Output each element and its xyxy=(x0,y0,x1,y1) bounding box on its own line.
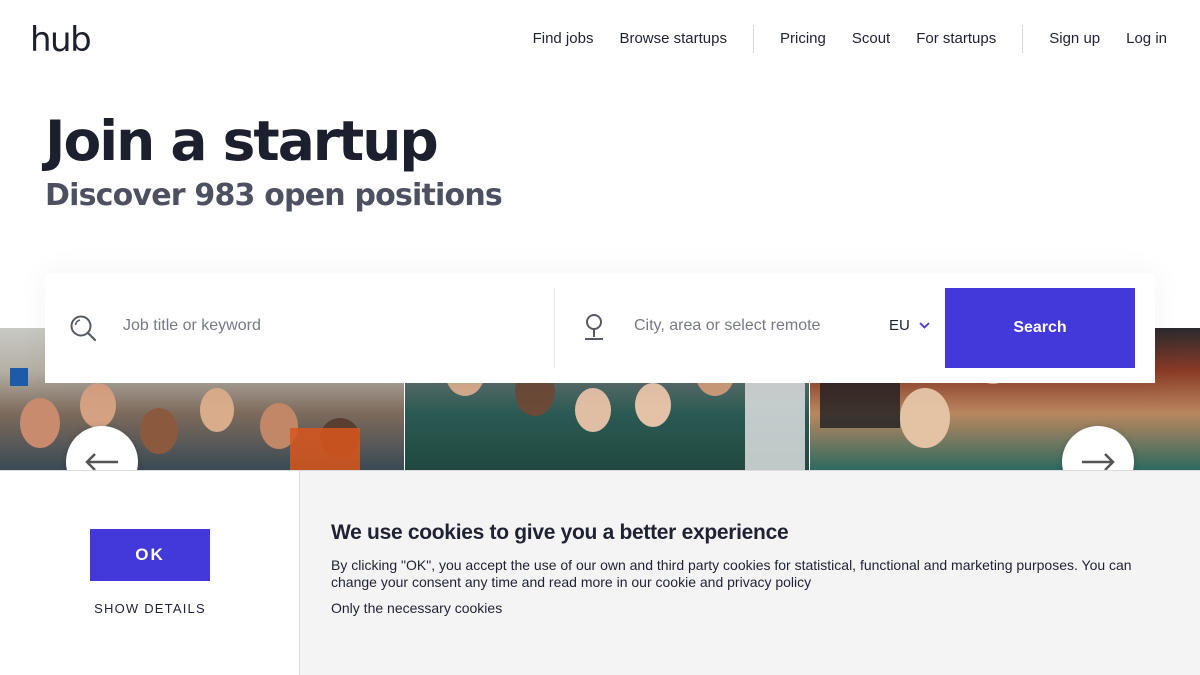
region-value: EU xyxy=(889,317,910,334)
nav-sign-up[interactable]: Sign up xyxy=(1049,30,1100,48)
region-dropdown[interactable]: EU xyxy=(889,317,930,334)
cookie-ok-button[interactable]: OK xyxy=(90,529,210,581)
logo[interactable]: hub xyxy=(30,22,92,58)
location-pin-icon xyxy=(585,314,603,340)
cookie-actions: OK SHOW DETAILS xyxy=(0,471,300,675)
page-subtitle: Discover 983 open positions xyxy=(45,178,503,213)
nav-for-startups[interactable]: For startups xyxy=(916,30,996,48)
keyword-search-input[interactable] xyxy=(123,313,523,339)
cookie-text: By clicking "OK", you accept the use of … xyxy=(331,557,1132,590)
search-icon xyxy=(70,315,97,342)
page-title: Join a startup xyxy=(45,109,439,173)
job-search-bar: EU Search xyxy=(45,273,1155,383)
search-button[interactable]: Search xyxy=(945,288,1135,368)
nav-find-jobs[interactable]: Find jobs xyxy=(533,30,594,48)
nav-log-in[interactable]: Log in xyxy=(1126,30,1167,48)
cookie-banner: OK SHOW DETAILS We use cookies to give y… xyxy=(0,470,1200,675)
necessary-cookies-link[interactable]: Only the necessary cookies xyxy=(331,600,502,616)
nav-browse-startups[interactable]: Browse startups xyxy=(619,30,727,48)
nav-scout[interactable]: Scout xyxy=(852,30,890,48)
nav-divider xyxy=(1022,25,1024,53)
nav-divider xyxy=(753,25,754,53)
search-divider xyxy=(554,288,555,368)
show-details-link[interactable]: SHOW DETAILS xyxy=(0,601,300,616)
location-search-input[interactable] xyxy=(634,313,864,339)
chevron-down-icon xyxy=(919,322,930,329)
cookie-title: We use cookies to give you a better expe… xyxy=(331,521,789,544)
main-nav: Find jobs Browse startups Pricing Scout … xyxy=(533,25,1167,53)
nav-pricing[interactable]: Pricing xyxy=(780,30,826,48)
